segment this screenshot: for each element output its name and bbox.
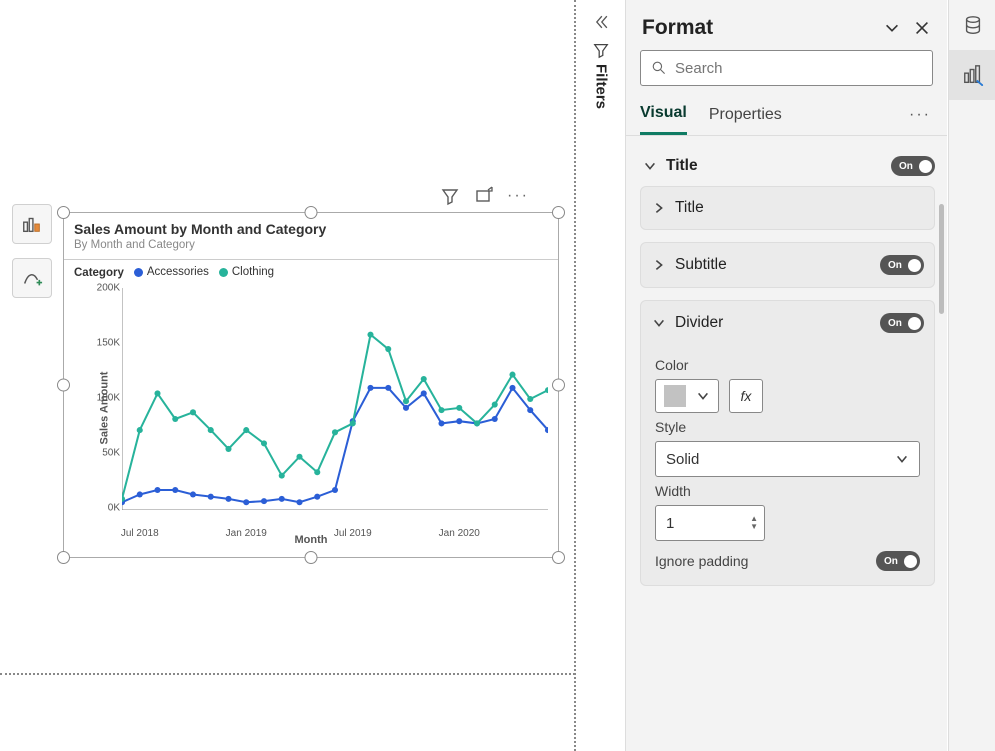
format-pane-button[interactable] bbox=[949, 50, 995, 100]
fx-button[interactable]: fx bbox=[729, 379, 763, 413]
tabs-more-icon[interactable]: ··· bbox=[907, 100, 933, 134]
chevron-down-icon bbox=[696, 389, 710, 403]
scrollbar[interactable] bbox=[939, 204, 944, 314]
add-visual-button[interactable] bbox=[12, 258, 52, 298]
divider-style-label: Style bbox=[655, 419, 920, 435]
chart-plot-area bbox=[122, 288, 548, 510]
chevron-down-icon bbox=[651, 315, 667, 331]
ignore-padding-toggle[interactable]: On bbox=[876, 551, 920, 571]
subgroup-divider-header[interactable]: Divider On bbox=[641, 301, 934, 345]
more-options-icon[interactable]: ··· bbox=[508, 186, 528, 206]
chevron-down-icon bbox=[895, 452, 909, 466]
chevron-right-icon bbox=[651, 257, 667, 273]
funnel-icon bbox=[591, 40, 611, 60]
chart-legend: Category AccessoriesClothing bbox=[64, 266, 558, 284]
subgroup-title-header[interactable]: Title bbox=[641, 187, 934, 229]
divider-toggle[interactable]: On bbox=[880, 313, 924, 333]
divider-style-value: Solid bbox=[666, 451, 699, 468]
ignore-padding-label: Ignore padding bbox=[655, 553, 748, 569]
legend-title: Category bbox=[74, 267, 124, 279]
resize-handle[interactable] bbox=[57, 551, 70, 564]
search-icon bbox=[651, 60, 667, 76]
focus-mode-icon[interactable] bbox=[474, 186, 494, 206]
chart-visual[interactable]: Sales Amount by Month and Category By Mo… bbox=[63, 212, 559, 558]
filter-icon[interactable] bbox=[440, 186, 460, 206]
divider-color-label: Color bbox=[655, 357, 920, 373]
data-pane-button[interactable] bbox=[949, 0, 995, 50]
subtitle-toggle[interactable]: On bbox=[880, 255, 924, 275]
color-swatch bbox=[664, 385, 686, 407]
group-title-label: Title bbox=[666, 157, 891, 175]
subgroup-title: Title bbox=[640, 186, 935, 230]
tab-properties[interactable]: Properties bbox=[709, 100, 782, 134]
subgroup-divider: Divider On Color fx Style Solid Width bbox=[640, 300, 935, 586]
resize-handle[interactable] bbox=[57, 206, 70, 219]
divider-width-label: Width bbox=[655, 483, 920, 499]
format-panel: Format Visual Properties ··· Title On Ti… bbox=[625, 0, 947, 751]
divider-style-select[interactable]: Solid bbox=[655, 441, 920, 477]
spin-down-icon[interactable]: ▼ bbox=[750, 523, 758, 531]
resize-handle[interactable] bbox=[552, 206, 565, 219]
resize-handle[interactable] bbox=[552, 379, 565, 392]
chevron-right-icon bbox=[651, 200, 667, 216]
resize-handle[interactable] bbox=[552, 551, 565, 564]
subgroup-subtitle: Subtitle On bbox=[640, 242, 935, 288]
group-title[interactable]: Title On bbox=[640, 148, 939, 186]
chevron-down-icon[interactable] bbox=[881, 17, 903, 39]
title-toggle[interactable]: On bbox=[891, 156, 935, 176]
subgroup-subtitle-header[interactable]: Subtitle On bbox=[641, 243, 934, 287]
chevron-down-icon bbox=[642, 158, 658, 174]
divider-width-value: 1 bbox=[666, 515, 674, 532]
divider-color-picker[interactable] bbox=[655, 379, 719, 413]
filters-pane-label[interactable]: Filters bbox=[593, 64, 610, 109]
tab-visual[interactable]: Visual bbox=[640, 98, 687, 135]
resize-handle[interactable] bbox=[57, 379, 70, 392]
close-icon[interactable] bbox=[911, 17, 933, 39]
visual-fields-button[interactable] bbox=[12, 204, 52, 244]
collapse-filters-icon[interactable] bbox=[589, 10, 613, 34]
search-input[interactable] bbox=[640, 50, 933, 86]
resize-handle[interactable] bbox=[305, 206, 318, 219]
format-panel-title: Format bbox=[642, 16, 873, 40]
divider-width-input[interactable]: 1 ▲ ▼ bbox=[655, 505, 765, 541]
chart-subtitle: By Month and Category bbox=[64, 239, 558, 257]
resize-handle[interactable] bbox=[305, 551, 318, 564]
search-field[interactable] bbox=[675, 60, 922, 77]
